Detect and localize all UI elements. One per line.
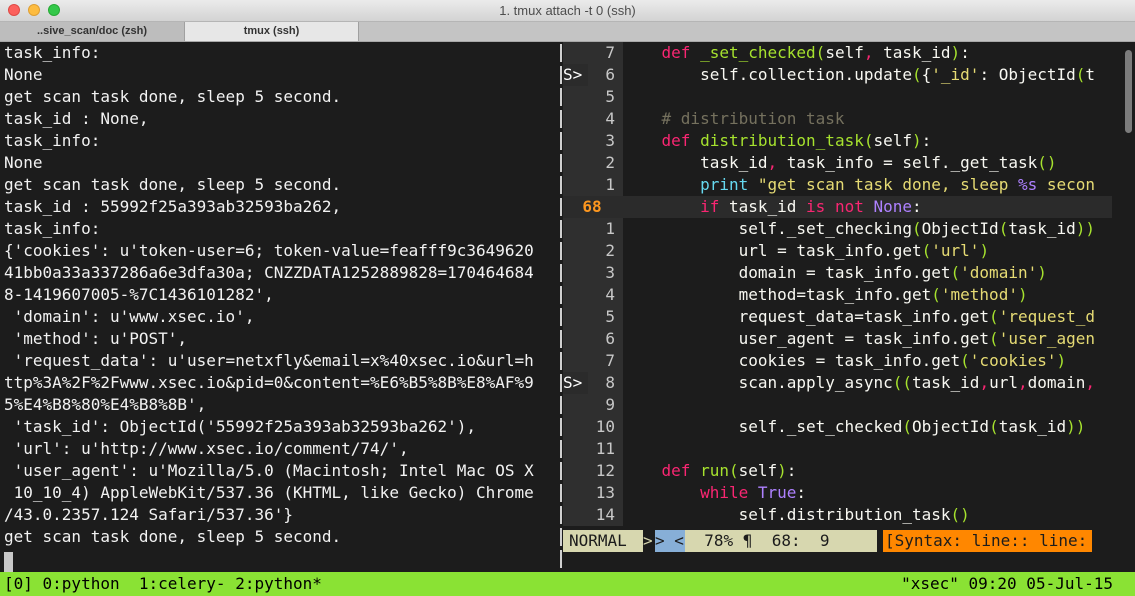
terminal-output-line: 'url': u'http://www.xsec.io/comment/74/'… [4,439,409,458]
title-bar: 1. tmux attach -t 0 (ssh) [0,0,1135,22]
syntax-warning: [Syntax: line:: line: [883,530,1092,552]
code-line[interactable]: domain = task_info.get('domain') [623,262,1112,284]
code-line[interactable]: url = task_info.get('url') [623,240,1112,262]
terminal-output-line: ttp%3A%2F%2Fwww.xsec.io&pid=0&content=%E… [4,373,534,392]
code-line[interactable]: task_id, task_info = self._get_task() [623,152,1112,174]
terminal-output-line: get scan task done, sleep 5 second. [4,527,342,546]
terminal-output-line: task_info: [4,219,101,238]
code-line[interactable]: self.collection.update({'_id': ObjectId(… [623,64,1112,86]
terminal-output-line: 10_10_4) AppleWebKit/537.36 (KHTML, like… [4,483,534,502]
tab-tmux[interactable]: tmux (ssh) [185,22,359,41]
line-number: 9 [605,395,615,414]
tmux-window-list[interactable]: [0] 0:python 1:celery- 2:python* [4,572,322,596]
code-line[interactable]: print "get scan task done, sleep %s seco… [623,174,1112,196]
tmux-pane-output[interactable]: task_info: None get scan task done, sleep … [0,42,560,572]
line-number: 6 [605,65,615,84]
tmux-session-info: "xsec" 09:20 05-Jul-15 [901,574,1113,593]
code-line[interactable] [623,438,1112,460]
line-number: 2 [605,153,615,172]
scrollbar-thumb[interactable] [1125,50,1132,133]
line-number: 4 [605,109,615,128]
terminal-output-line: get scan task done, sleep 5 second. [4,175,342,194]
code-line[interactable]: cookies = task_info.get('cookies') [623,350,1112,372]
line-number: 3 [605,131,615,150]
code-line[interactable] [623,86,1112,108]
scrollbar[interactable] [1121,42,1135,572]
terminal-output-line: None [4,153,43,172]
code-line[interactable]: while True: [623,482,1112,504]
line-number: 8 [605,373,615,392]
terminal-output-line: {'cookies': u'token-user=6; token-value=… [4,241,534,260]
code-line[interactable]: request_data=task_info.get('request_d [623,306,1112,328]
terminal-output-line: task_info: [4,131,101,150]
line-number: 5 [605,307,615,326]
tmux-status-bar: [0] 0:python 1:celery- 2:python* "xsec" … [0,572,1135,596]
line-number: 12 [595,461,615,480]
line-number: 7 [605,351,615,370]
code-line[interactable]: self._set_checking(ObjectId(task_id)) [623,218,1112,240]
line-number: 1 [605,175,615,194]
vim-statusline: NORMAL > > < 78% ¶ 68: 9 [Syntax: line::… [563,530,1112,552]
cursor-position: 78% ¶ 68: 9 [685,530,877,552]
line-number: 4 [605,285,615,304]
line-number: 2 [605,241,615,260]
current-line-number: 68 [582,197,602,216]
terminal-output-line: 'method': u'POST', [4,329,188,348]
code-line[interactable]: scan.apply_async((task_id,url,domain, [623,372,1112,394]
terminal-output-line: 5%E4%B8%80%E4%B8%8B', [4,395,207,414]
code-line[interactable]: user_agent = task_info.get('user_agen [623,328,1112,350]
line-number: 6 [605,329,615,348]
code-line[interactable]: # distribution task [623,108,1112,130]
terminal-output-line: get scan task done, sleep 5 second. [4,87,342,106]
terminal-output-line: task_info: [4,43,101,62]
terminal-output-line: 41bb0a33a337286a6e3dfa30a; CNZZDATA12528… [4,263,534,282]
terminal-output-line: task_id : None, [4,109,149,128]
terminal-area[interactable]: task_info: None get scan task done, sleep … [0,42,1121,572]
line-number: 14 [595,505,615,524]
terminal-output-line: /43.0.2357.124 Safari/537.36'} [4,505,293,524]
code-line[interactable]: method=task_info.get('method') [623,284,1112,306]
code-line[interactable]: if task_id is not None: [623,196,1112,218]
line-number: 1 [605,219,615,238]
vim-mode: NORMAL [563,530,643,552]
window-title: 1. tmux attach -t 0 (ssh) [499,3,636,18]
code-line[interactable]: self._set_checked(ObjectId(task_id)) [623,416,1112,438]
line-number: 13 [595,483,615,502]
line-number: 3 [605,263,615,282]
terminal-output-line: 'task_id': ObjectId('55992f25a393ab32593… [4,417,477,436]
tab-zsh[interactable]: ..sive_scan/doc (zsh) [0,22,185,41]
terminal-output-line: 8-1419607005-%7C1436101282', [4,285,274,304]
code-line[interactable]: def _set_checked(self, task_id): [623,42,1112,64]
statusline-separator: > [643,530,655,552]
terminal-output-line: 'request_data': u'user=netxfly&email=x%4… [4,351,534,370]
code-line[interactable]: self.distribution_task() [623,504,1112,526]
code-line[interactable]: def run(self): [623,460,1112,482]
line-number: 10 [595,417,615,436]
terminal-output-line: 'domain': u'www.xsec.io', [4,307,255,326]
terminal-cursor [4,552,13,572]
code-line[interactable]: def distribution_task(self): [623,130,1112,152]
code-line[interactable] [623,394,1112,416]
line-number: 7 [605,43,615,62]
terminal-output-line: task_id : 55992f25a393ab32593ba262, [4,197,342,216]
terminal-output-line: None [4,65,43,84]
line-number: 11 [595,439,615,458]
terminal-output-line: 'user_agent': u'Mozilla/5.0 (Macintosh; … [4,461,534,480]
tab-bar: ..sive_scan/doc (zsh) tmux (ssh) [0,22,1135,42]
line-number: 5 [605,87,615,106]
statusline-separator: > < [655,530,685,552]
